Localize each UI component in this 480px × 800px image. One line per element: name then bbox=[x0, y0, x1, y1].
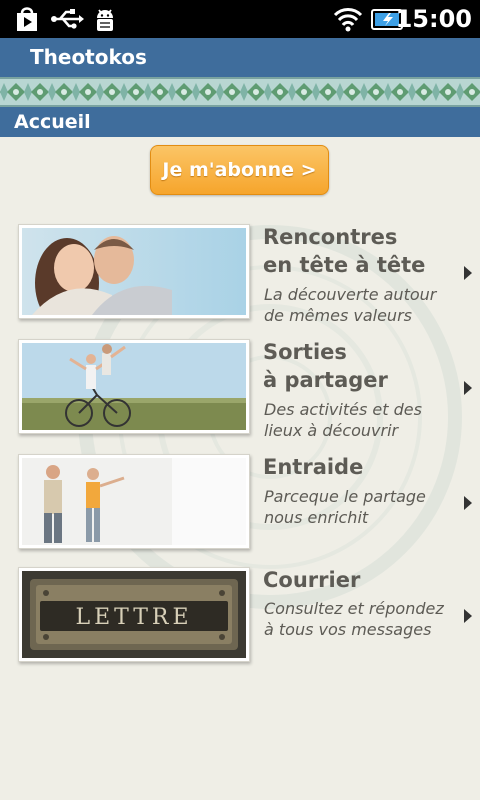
item-description: Des activités et des lieux à découvrir bbox=[264, 400, 422, 440]
bicycle-image bbox=[18, 339, 250, 434]
status-bar: 15:00 bbox=[0, 0, 480, 38]
play-store-icon bbox=[17, 7, 37, 31]
item-title: Rencontres en tête à tête bbox=[263, 225, 426, 277]
app-title-bar: Theotokos bbox=[0, 38, 480, 77]
item-title: Sorties à partager bbox=[263, 340, 388, 392]
chevron-right-icon bbox=[464, 496, 472, 510]
item-title: Courrier bbox=[263, 568, 361, 592]
status-time: 15:00 bbox=[395, 5, 472, 33]
android-debug-icon bbox=[97, 9, 113, 31]
chevron-right-icon bbox=[464, 609, 472, 623]
menu-item-rencontres[interactable]: Rencontres en tête à tête La découverte … bbox=[0, 223, 480, 325]
app-title: Theotokos bbox=[30, 45, 147, 69]
chevron-right-icon bbox=[464, 266, 472, 280]
item-description: Consultez et répondez à tous vos message… bbox=[264, 599, 444, 639]
menu-item-sorties[interactable]: Sorties à partager Des activités et des … bbox=[0, 338, 480, 440]
subscribe-button[interactable]: Je m'abonne > bbox=[150, 145, 329, 195]
home-content: Je m'abonne > Rencontres en tête à tête … bbox=[0, 137, 480, 800]
usb-icon bbox=[51, 9, 84, 29]
ornament-pattern bbox=[0, 83, 480, 101]
item-description: Parceque le partage nous enrichit bbox=[264, 487, 426, 527]
chevron-right-icon bbox=[464, 381, 472, 395]
item-description: La découverte autour de mêmes valeurs bbox=[264, 285, 437, 325]
section-header: Accueil bbox=[0, 107, 480, 137]
letter-slot-image: LETTRE bbox=[18, 567, 250, 662]
menu-item-courrier[interactable]: LETTRE Courrier Consultez et répondez à … bbox=[0, 566, 480, 666]
letter-plate-text: LETTRE bbox=[75, 605, 192, 630]
header-ornament-band bbox=[0, 77, 480, 107]
people-pointing-image bbox=[18, 454, 250, 549]
couple-image bbox=[18, 224, 250, 319]
item-title: Entraide bbox=[263, 455, 364, 479]
section-title: Accueil bbox=[14, 111, 91, 133]
menu-item-entraide[interactable]: Entraide Parceque le partage nous enrich… bbox=[0, 453, 480, 553]
wifi-icon bbox=[333, 8, 363, 32]
